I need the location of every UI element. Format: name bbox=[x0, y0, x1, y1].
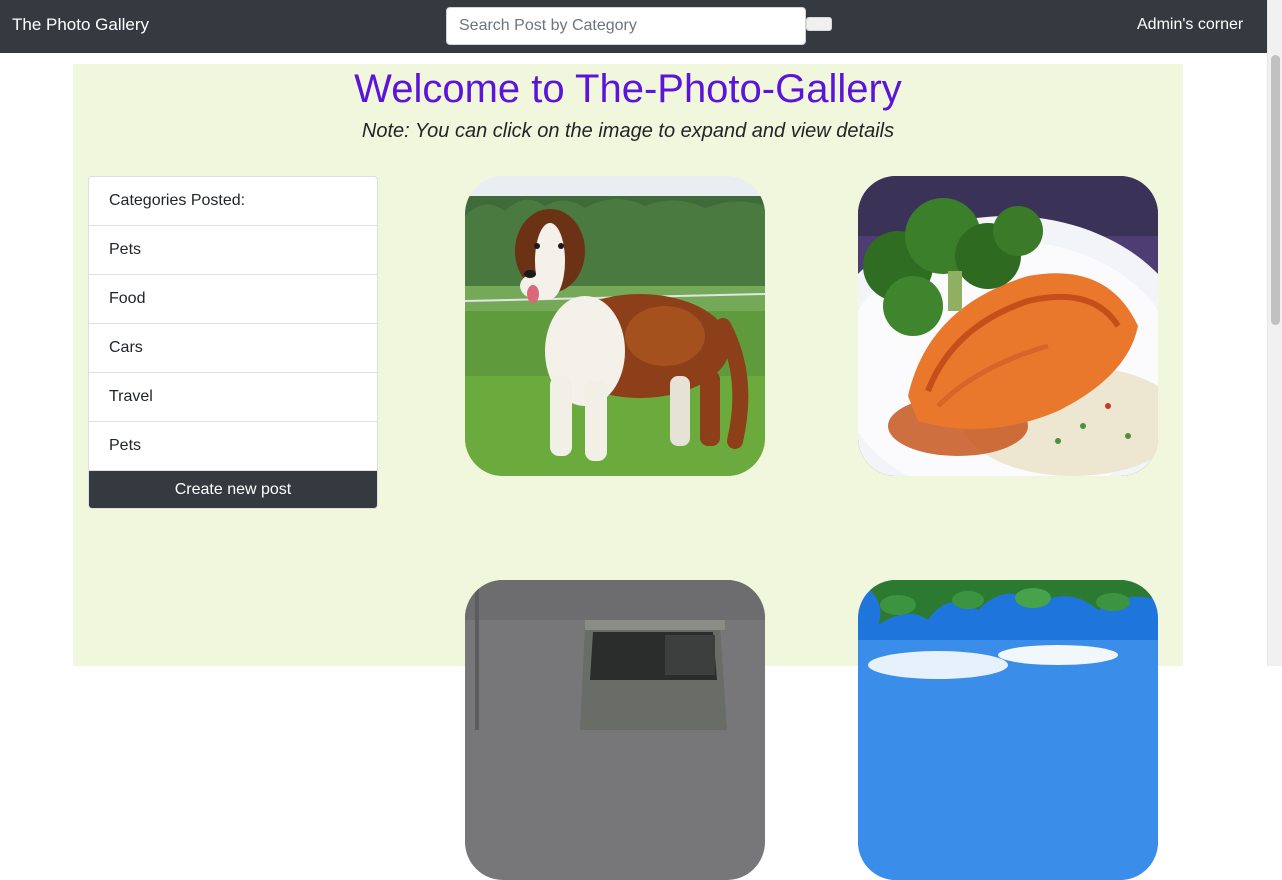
category-item-pets-2[interactable]: Pets bbox=[89, 422, 377, 471]
create-new-post-button[interactable]: Create new post bbox=[89, 471, 377, 508]
category-list-header: Categories Posted: bbox=[89, 177, 377, 226]
admin-corner-link[interactable]: Admin's corner bbox=[1137, 16, 1243, 34]
category-item-travel[interactable]: Travel bbox=[89, 373, 377, 422]
brand-link[interactable]: The Photo Gallery bbox=[12, 15, 149, 35]
gallery-image-travel[interactable] bbox=[858, 580, 1158, 880]
scrollbar-thumb[interactable] bbox=[1271, 55, 1280, 325]
gallery-image-food[interactable] bbox=[858, 176, 1158, 476]
page-note: Note: You can click on the image to expa… bbox=[361, 120, 895, 142]
search-button[interactable] bbox=[806, 17, 832, 31]
search-input[interactable] bbox=[446, 7, 806, 45]
category-item-pets[interactable]: Pets bbox=[89, 226, 377, 275]
page-scrollbar[interactable] bbox=[1267, 0, 1282, 666]
category-item-food[interactable]: Food bbox=[89, 275, 377, 324]
gallery-image-car[interactable] bbox=[465, 580, 765, 880]
gallery-image-dog[interactable] bbox=[465, 176, 765, 476]
category-item-cars[interactable]: Cars bbox=[89, 324, 377, 373]
category-list: Categories Posted: Pets Food Cars Travel… bbox=[88, 176, 378, 509]
main-content: Welcome to The-Photo-Gallery Note: You c… bbox=[73, 64, 1183, 880]
page-title: Welcome to The-Photo-Gallery bbox=[354, 67, 902, 111]
top-navbar: The Photo Gallery Admin's corner bbox=[0, 0, 1267, 53]
